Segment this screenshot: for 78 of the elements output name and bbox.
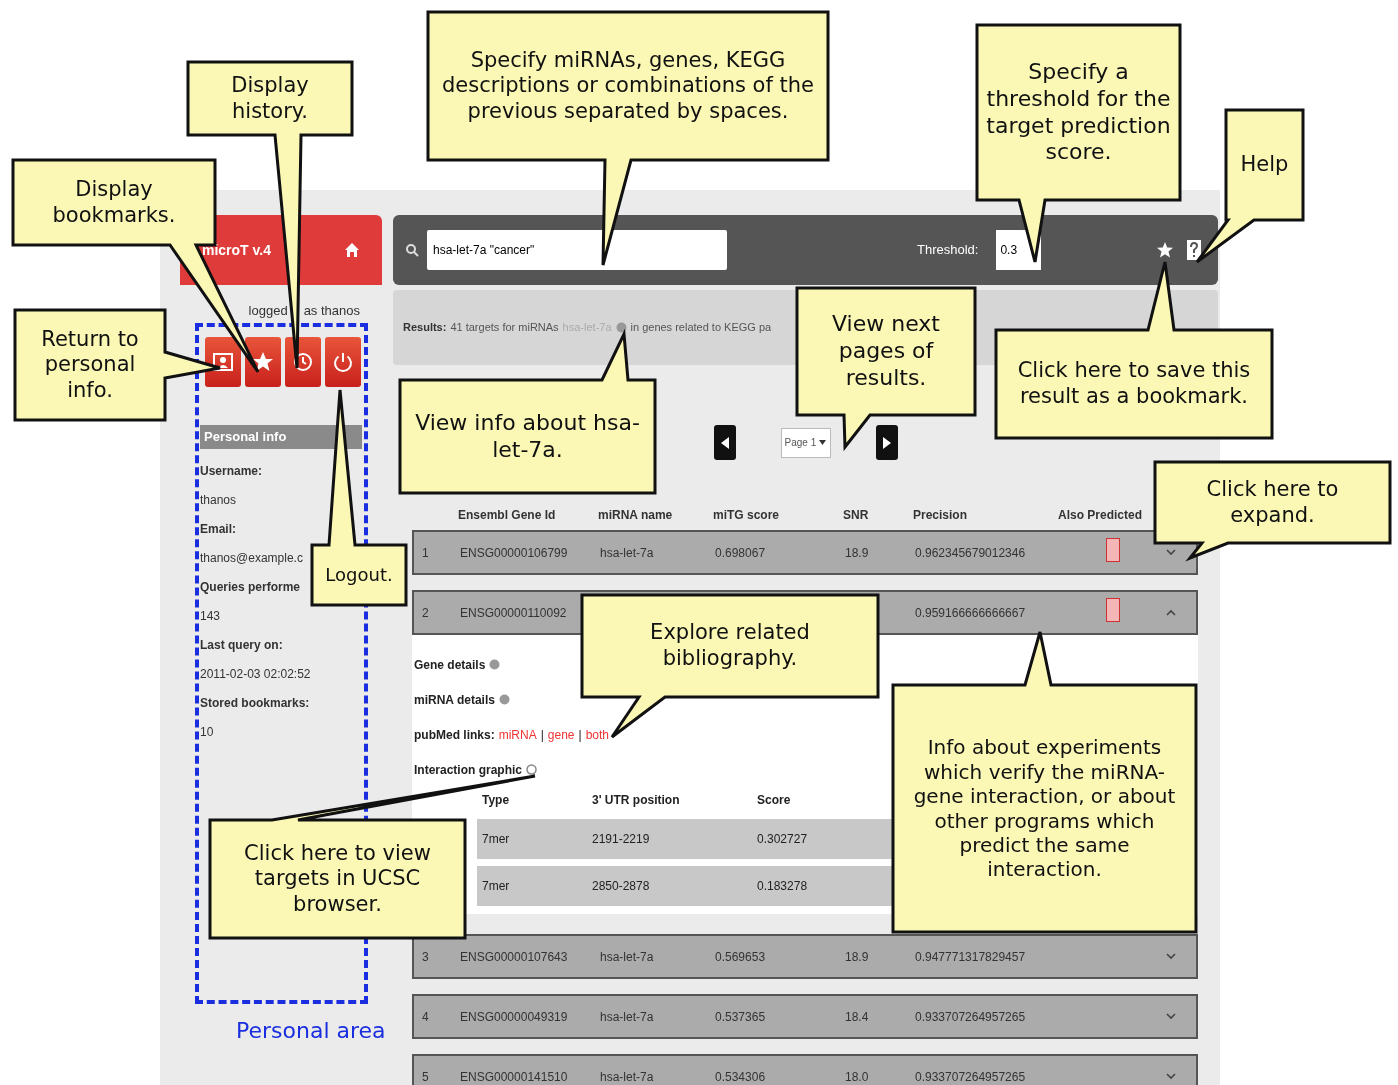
app-logo: microT v.4 xyxy=(202,240,271,260)
table-cell-text: 2850-2878 xyxy=(592,878,650,895)
callout-text: Click here to expand. xyxy=(1205,476,1340,529)
row-number: 1 xyxy=(422,544,429,562)
table-cell-text: 0.933707264957265 xyxy=(915,1068,1026,1085)
field-label: Stored bookmarks: xyxy=(200,694,310,712)
callout-text: Help xyxy=(1240,152,1289,178)
row-number: 3 xyxy=(422,948,429,966)
table-cell-text: ENSG00000107643 xyxy=(460,948,568,966)
callout-text: Specify miRNAs, genes, KEGG descriptions or combinations of the previous separated by spaces. xyxy=(441,47,815,125)
table-cell-text: ENSG00000106799 xyxy=(460,544,568,562)
table-cell-text: 0.959166666666667 xyxy=(915,604,1026,622)
callout-text: Display bookmarks. xyxy=(51,176,177,229)
callout-text: Click here to save this result as a bookmark. xyxy=(1016,358,1252,410)
field-label: Queries performe xyxy=(200,578,301,596)
table-cell-text: 0.569653 xyxy=(715,948,766,966)
table-cell-text: 7mer xyxy=(482,831,510,848)
table-cell-text: ENSG00000110092 xyxy=(460,604,567,622)
table-cell-text: 18.0 xyxy=(845,1068,869,1085)
area-label: Personal area xyxy=(236,1017,386,1045)
results-text: in genes related to KEGG pa xyxy=(630,320,772,336)
column-header: Type xyxy=(482,791,510,809)
table-cell-text: 0.183278 xyxy=(757,878,808,895)
table-cell-text: 0.947771317829457 xyxy=(915,948,1026,966)
column-header: Ensembl Gene Id xyxy=(458,507,556,524)
callout-text: Specify a threshold for the target prediction score. xyxy=(985,58,1172,167)
field-value: thanos xyxy=(200,491,237,509)
table-cell-text: 18.9 xyxy=(845,544,869,562)
row-number: 4 xyxy=(422,1008,429,1026)
field-value: thanos@example.c xyxy=(200,549,303,567)
pubmed-label: pubMed links: xyxy=(414,726,495,744)
field-label: Last query on: xyxy=(200,636,283,654)
column-header: Score xyxy=(757,791,791,809)
logged-in-text: as thanos xyxy=(303,302,360,320)
table-cell-text: 0.698067 xyxy=(715,544,766,562)
callout-text: Display history. xyxy=(230,72,310,125)
table-cell-text: 0.933707264957265 xyxy=(915,1008,1026,1026)
link-separator: | xyxy=(540,726,544,744)
results-label: Results: xyxy=(403,320,447,336)
link-separator: | xyxy=(578,726,582,744)
table-cell-text: 0.534306 xyxy=(715,1068,766,1085)
table-cell-text: 0.302727 xyxy=(757,831,808,848)
column-header: miTG score xyxy=(713,507,780,524)
field-value: 2011-02-03 02:02:52 xyxy=(200,665,311,683)
column-header: Precision xyxy=(913,507,968,524)
column-header: miRNA name xyxy=(598,507,673,524)
table-cell-text: hsa-let-7a xyxy=(600,948,654,966)
field-label: Email: xyxy=(200,520,236,538)
row-number: 5 xyxy=(422,1068,429,1085)
table-cell-text: 2191-2219 xyxy=(592,831,650,848)
results-text: 41 targets for miRNAs xyxy=(450,320,559,336)
column-header: SNR xyxy=(843,507,869,524)
table-cell-text: hsa-let-7a xyxy=(600,1008,654,1026)
table-cell-text: 0.537365 xyxy=(715,1008,766,1026)
callout-text: Click here to view targets in UCSC browser. xyxy=(243,840,432,918)
row-number: 2 xyxy=(422,604,429,622)
table-cell-text: 7mer xyxy=(482,878,510,895)
table-cell-text: ENSG00000141510 xyxy=(460,1068,568,1085)
threshold-label: Threshold: xyxy=(917,241,979,260)
callout-text: Logout. xyxy=(325,564,393,586)
table-cell-text: ENSG00000049319 xyxy=(460,1008,568,1026)
table-cell-text: 0.962345679012346 xyxy=(915,544,1026,562)
section-header: Personal info xyxy=(200,424,362,449)
logged-in-text: logged xyxy=(248,302,288,320)
callout-text: View info about hsa-let-7a. xyxy=(414,409,641,464)
table-cell-text: 18.9 xyxy=(845,948,869,966)
column-header: Also Predicted xyxy=(1058,507,1143,524)
field-value: 143 xyxy=(200,607,221,625)
callout-text: Explore related bibliography. xyxy=(649,620,811,672)
field-value: 10 xyxy=(200,723,214,741)
callout-text: Return to personal info. xyxy=(40,326,140,404)
column-header: 3' UTR position xyxy=(592,791,680,809)
table-cell-text: 18.4 xyxy=(845,1008,869,1026)
table-cell-text: hsa-let-7a xyxy=(600,1068,654,1085)
callout-text: Info about experiments which verify the miRNA-gene interaction, or about other programs which predict the same interaction. xyxy=(912,735,1177,882)
field-label: Username: xyxy=(200,462,263,480)
callout-text: View next pages of results. xyxy=(831,311,941,392)
table-cell-text: hsa-let-7a xyxy=(600,544,654,562)
